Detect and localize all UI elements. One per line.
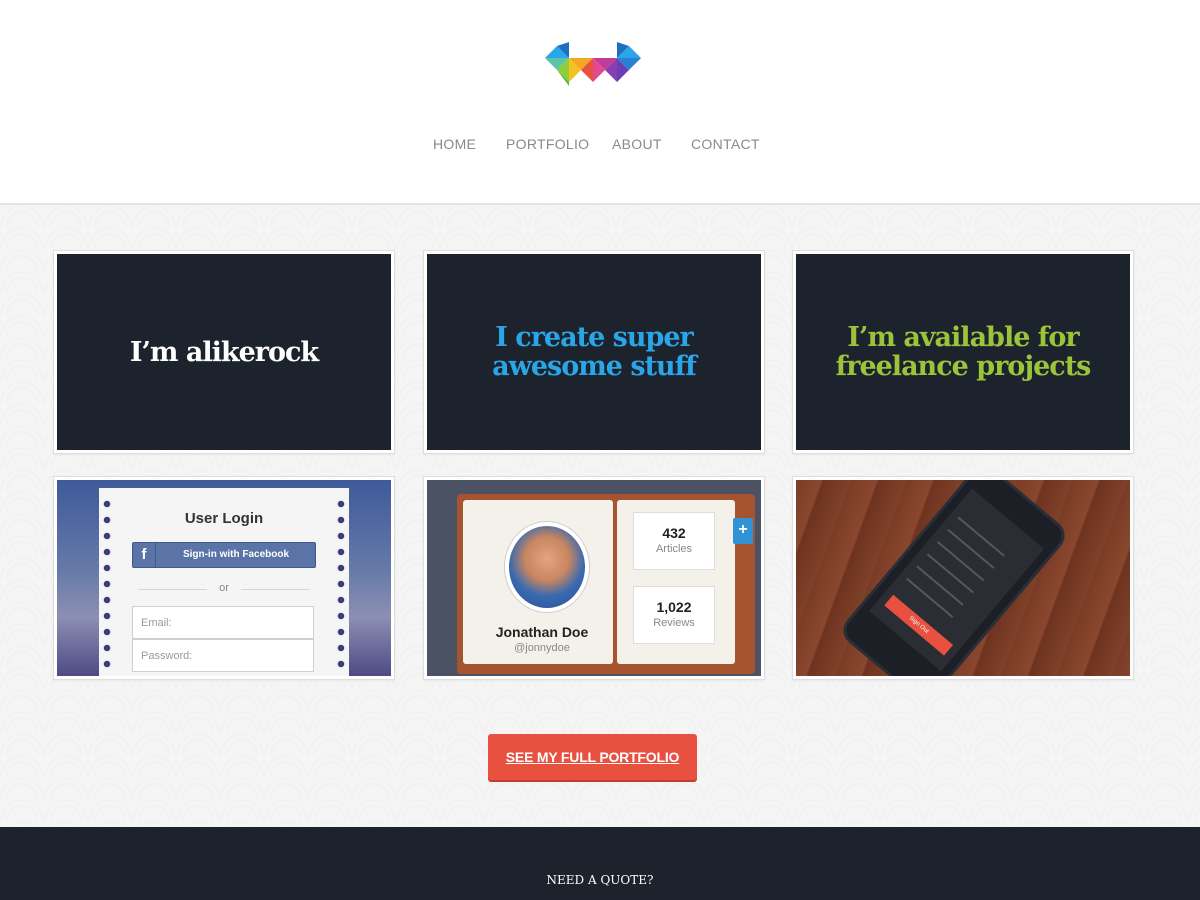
phone-screen: Sign Out — [869, 488, 1044, 672]
avatar — [505, 522, 589, 612]
profile-left-page: Jonathan Doe @jonnydoe — [463, 500, 613, 664]
login-title: User Login — [184, 510, 264, 527]
sign-out-button: Sign Out — [884, 594, 954, 656]
tile-create[interactable]: I create super awesome stuff — [423, 250, 765, 454]
tile-mobile-project[interactable]: Sign Out — [792, 476, 1134, 680]
site-header: HOME PORTFOLIO ABOUT CONTACT — [0, 0, 1200, 205]
articles-count: 432 — [662, 525, 686, 541]
or-divider: or — [99, 582, 349, 594]
tile-profile-project[interactable]: Jonathan Doe @jonnydoe 432 Articles 1,02… — [423, 476, 765, 680]
articles-label: Articles — [655, 543, 693, 555]
email-field: Email: — [132, 606, 314, 639]
tile-create-bg: I create super awesome stuff — [427, 254, 761, 450]
nav-home-link[interactable]: HOME — [433, 136, 476, 152]
login-thumbnail: User Login f Sign-in with Facebook or Em… — [57, 480, 391, 676]
profile-thumbnail: Jonathan Doe @jonnydoe 432 Articles 1,02… — [427, 480, 761, 676]
reviews-count: 1,022 — [656, 599, 692, 615]
profile-right-page: 432 Articles 1,022 Reviews — [617, 500, 735, 664]
tile-create-text: I create super awesome stuff — [492, 322, 697, 382]
nav-contact-link[interactable]: CONTACT — [691, 136, 760, 152]
reviews-label: Reviews — [653, 617, 695, 629]
full-portfolio-button[interactable]: SEE MY FULL PORTFOLIO — [488, 734, 697, 780]
plus-icon: + — [733, 518, 753, 544]
tile-freelance-bg: I’m available for freelance projects — [796, 254, 1130, 450]
profile-handle: @jonnydoe — [514, 642, 570, 654]
mobile-thumbnail: Sign Out — [796, 480, 1130, 676]
tile-freelance[interactable]: I’m available for freelance projects — [792, 250, 1134, 454]
tile-intro-bg: I’m alikerock — [57, 254, 391, 450]
tile-intro[interactable]: I’m alikerock — [53, 250, 395, 454]
login-card: User Login f Sign-in with Facebook or Em… — [99, 488, 349, 676]
profile-name: Jonathan Doe — [495, 624, 589, 640]
phone-image: Sign Out — [836, 480, 1072, 676]
facebook-icon: f — [133, 543, 156, 567]
logo-icon[interactable] — [545, 38, 641, 88]
reviews-stat: 1,022 Reviews — [633, 586, 715, 644]
tile-intro-text: I’m alikerock — [129, 336, 319, 368]
facebook-signin-label: Sign-in with Facebook — [182, 549, 290, 560]
articles-stat: 432 Articles — [633, 512, 715, 570]
nav-about-link[interactable]: ABOUT — [612, 136, 662, 152]
facebook-signin-button: f Sign-in with Facebook — [132, 542, 316, 568]
profile-book: Jonathan Doe @jonnydoe 432 Articles 1,02… — [457, 494, 755, 674]
tile-freelance-text: I’m available for freelance projects — [835, 322, 1092, 382]
nav-portfolio-link[interactable]: PORTFOLIO — [506, 136, 589, 152]
site-footer: NEED A QUOTE? — [0, 827, 1200, 900]
need-a-quote-link[interactable]: NEED A QUOTE? — [0, 873, 1200, 887]
password-field: Password: — [132, 639, 314, 672]
main-nav: HOME PORTFOLIO ABOUT CONTACT — [0, 136, 1200, 156]
tile-login-project[interactable]: User Login f Sign-in with Facebook or Em… — [53, 476, 395, 680]
